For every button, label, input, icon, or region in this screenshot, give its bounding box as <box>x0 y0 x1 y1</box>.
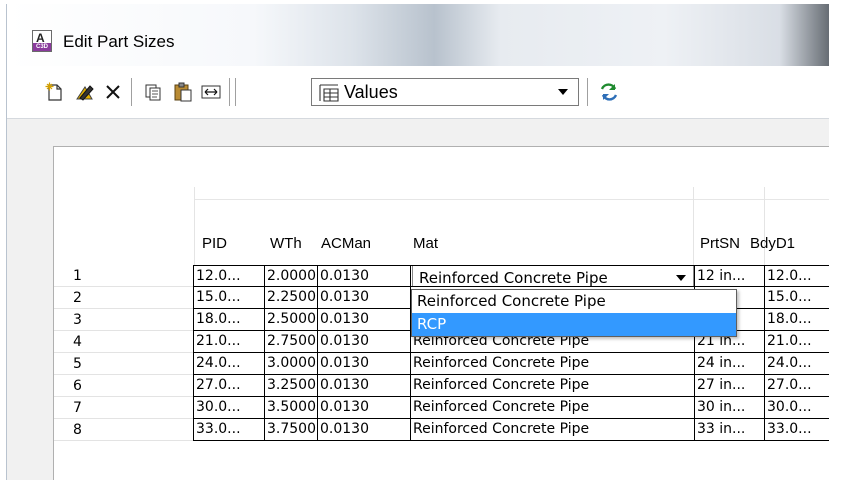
column-header-pid[interactable]: PID <box>202 235 227 252</box>
column-header-wth[interactable]: WTh <box>270 235 302 252</box>
material-select-value: Reinforced Concrete Pipe <box>419 269 608 287</box>
cell-wth[interactable]: 3.2500 <box>264 375 317 397</box>
cell-acman[interactable]: 0.0130 <box>317 331 410 353</box>
cell-prtsn[interactable]: 12 in... <box>694 265 764 287</box>
cell-pid[interactable]: 33.0... <box>193 419 264 441</box>
cell-mat[interactable]: Reinforced Concrete Pipe <box>410 353 694 375</box>
civil3d-app-icon: A C3D <box>32 30 52 52</box>
header-divider <box>693 187 694 265</box>
row-number[interactable]: 7 <box>54 397 193 419</box>
cell-wth[interactable]: 2.0000 <box>264 265 317 287</box>
cell-pid[interactable]: 12.0... <box>193 265 264 287</box>
cell-acman[interactable]: 0.0130 <box>317 265 410 287</box>
refresh-icon[interactable] <box>597 80 621 104</box>
table-view-icon <box>318 83 340 107</box>
cell-mat[interactable]: Reinforced Concrete Pipe <box>410 397 694 419</box>
column-header-mat[interactable]: Mat <box>413 235 438 252</box>
column-header-prtsn[interactable]: PrtSN <box>700 235 740 252</box>
cell-pid[interactable]: 27.0... <box>193 375 264 397</box>
cell-prtsn[interactable]: 33 in... <box>694 419 764 441</box>
table-row[interactable]: 5 24.0... 3.0000 0.0130 Reinforced Concr… <box>54 353 829 375</box>
cell-acman[interactable]: 0.0130 <box>317 397 410 419</box>
cell-acman[interactable]: 0.0130 <box>317 419 410 441</box>
cell-pid[interactable]: 21.0... <box>193 331 264 353</box>
column-header-bdyd1[interactable]: BdyD1 <box>750 235 795 252</box>
toolbar-separator <box>587 78 588 106</box>
material-select[interactable]: Reinforced Concrete Pipe <box>412 266 694 287</box>
toolbar-separator <box>229 78 230 106</box>
cell-bdyd1[interactable]: 27.0... <box>764 375 829 397</box>
header-divider <box>194 199 829 200</box>
cell-acman[interactable]: 0.0130 <box>317 309 410 331</box>
paste-icon[interactable] <box>171 80 195 104</box>
part-sizes-grid: PID WTh ACMan Mat PrtSN BdyD1 1 12.0... … <box>53 146 829 480</box>
cell-bdyd1[interactable]: 12.0... <box>764 265 829 287</box>
resize-columns-icon[interactable] <box>199 80 223 104</box>
row-number[interactable]: 8 <box>54 419 193 441</box>
row-number[interactable]: 2 <box>54 287 193 309</box>
row-number[interactable]: 5 <box>54 353 193 375</box>
table-row[interactable]: 8 33.0... 3.7500 0.0130 Reinforced Concr… <box>54 419 829 441</box>
cell-wth[interactable]: 2.7500 <box>264 331 317 353</box>
chevron-down-icon[interactable] <box>558 89 568 95</box>
chevron-down-icon[interactable] <box>676 275 686 281</box>
toolbar-separator <box>235 78 236 106</box>
new-row-icon[interactable] <box>43 80 67 104</box>
dropdown-option-selected[interactable]: RCP <box>412 313 736 336</box>
column-header-band: PID WTh ACMan Mat PrtSN BdyD1 <box>54 147 829 265</box>
copy-icon[interactable] <box>141 80 165 104</box>
header-divider <box>194 187 195 265</box>
view-mode-combo[interactable]: Values <box>311 78 579 106</box>
edit-row-icon[interactable] <box>73 80 97 104</box>
cell-prtsn[interactable]: 24 in... <box>694 353 764 375</box>
cell-wth[interactable]: 2.2500 <box>264 287 317 309</box>
table-row[interactable]: 7 30.0... 3.5000 0.0130 Reinforced Concr… <box>54 397 829 419</box>
window-title: Edit Part Sizes <box>63 32 175 51</box>
cell-wth[interactable]: 2.5000 <box>264 309 317 331</box>
cell-mat[interactable]: Reinforced Concrete Pipe <box>410 419 694 441</box>
cell-mat[interactable]: Reinforced Concrete Pipe <box>410 265 694 287</box>
edit-part-sizes-window: A C3D Edit Part Sizes Values PID WTh ACM… <box>6 4 829 480</box>
cell-prtsn[interactable]: 30 in... <box>694 397 764 419</box>
cell-bdyd1[interactable]: 30.0... <box>764 397 829 419</box>
cell-acman[interactable]: 0.0130 <box>317 353 410 375</box>
material-dropdown-list[interactable]: Reinforced Concrete Pipe RCP <box>411 289 737 337</box>
cell-bdyd1[interactable]: 18.0... <box>764 309 829 331</box>
row-number[interactable]: 1 <box>54 265 193 287</box>
cell-wth[interactable]: 3.0000 <box>264 353 317 375</box>
cell-pid[interactable]: 30.0... <box>193 397 264 419</box>
cell-acman[interactable]: 0.0130 <box>317 287 410 309</box>
content-panel: PID WTh ACMan Mat PrtSN BdyD1 1 12.0... … <box>7 119 829 480</box>
cell-bdyd1[interactable]: 15.0... <box>764 287 829 309</box>
cell-bdyd1[interactable]: 24.0... <box>764 353 829 375</box>
header-divider <box>764 187 765 265</box>
cell-pid[interactable]: 24.0... <box>193 353 264 375</box>
cell-acman[interactable]: 0.0130 <box>317 375 410 397</box>
toolbar-separator <box>131 78 132 106</box>
table-row[interactable]: 6 27.0... 3.2500 0.0130 Reinforced Concr… <box>54 375 829 397</box>
view-mode-value: Values <box>344 82 398 102</box>
cell-prtsn[interactable]: 27 in... <box>694 375 764 397</box>
cell-bdyd1[interactable]: 21.0... <box>764 331 829 353</box>
cell-pid[interactable]: 18.0... <box>193 309 264 331</box>
row-number[interactable]: 6 <box>54 375 193 397</box>
cell-bdyd1[interactable]: 33.0... <box>764 419 829 441</box>
title-bar: A C3D Edit Part Sizes <box>7 4 829 66</box>
cell-mat[interactable]: Reinforced Concrete Pipe <box>410 375 694 397</box>
cell-wth[interactable]: 3.7500 <box>264 419 317 441</box>
row-number[interactable]: 3 <box>54 309 193 331</box>
table-row[interactable]: 1 12.0... 2.0000 0.0130 Reinforced Concr… <box>54 265 829 287</box>
toolbar: Values <box>7 66 829 119</box>
dropdown-option[interactable]: Reinforced Concrete Pipe <box>412 290 736 313</box>
cell-pid[interactable]: 15.0... <box>193 287 264 309</box>
row-number[interactable]: 4 <box>54 331 193 353</box>
column-header-acman[interactable]: ACMan <box>321 235 371 252</box>
delete-row-icon[interactable] <box>101 80 125 104</box>
cell-wth[interactable]: 3.5000 <box>264 397 317 419</box>
